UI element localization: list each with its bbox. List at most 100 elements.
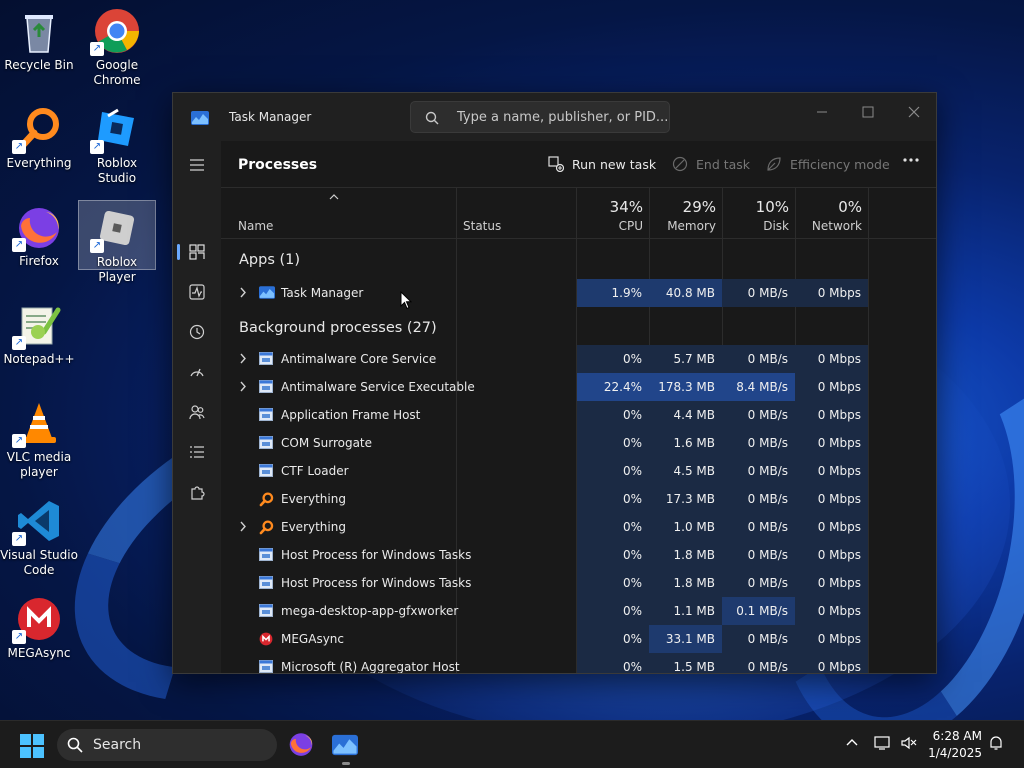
taskbar-search[interactable]: Search xyxy=(57,729,277,761)
windows-logo-icon xyxy=(20,734,44,758)
process-row[interactable]: CTF Loader 0% 4.5 MB 0 MB/s 0 Mbps xyxy=(221,457,869,485)
nav-app-history[interactable] xyxy=(181,316,213,348)
process-row[interactable]: Everything 0% 1.0 MB 0 MB/s 0 Mbps xyxy=(221,513,869,541)
maximize-button[interactable] xyxy=(845,98,891,126)
hamburger-menu-button[interactable] xyxy=(181,149,213,181)
search-icon xyxy=(67,737,83,753)
desktop-icon-vscode[interactable]: ↗ Visual Studio Code xyxy=(0,494,78,578)
column-header-memory[interactable]: 29% Memory xyxy=(649,188,722,240)
search-input[interactable]: Type a name, publisher, or PID... xyxy=(410,101,670,133)
expand-chevron-icon[interactable] xyxy=(239,353,247,367)
nav-performance[interactable] xyxy=(181,276,213,308)
active-nav-indicator xyxy=(177,244,180,260)
page-title: Processes xyxy=(238,157,318,173)
process-disk: 0 MB/s xyxy=(722,429,795,457)
process-row[interactable]: COM Surrogate 0% 1.6 MB 0 MB/s 0 Mbps xyxy=(221,429,869,457)
windows-process-icon xyxy=(259,604,273,618)
process-network: 0 Mbps xyxy=(795,401,868,429)
expand-chevron-icon[interactable] xyxy=(239,381,247,395)
shortcut-arrow-icon: ↗ xyxy=(12,532,26,546)
process-name: Host Process for Windows Tasks xyxy=(281,548,472,562)
volume-button[interactable] xyxy=(900,735,918,755)
process-name: COM Surrogate xyxy=(281,436,373,450)
sort-ascending-icon xyxy=(329,192,339,203)
desktop-icon-roblox-studio[interactable]: ↗ Roblox Studio xyxy=(78,102,156,186)
desktop-icon-recycle-bin[interactable]: Recycle Bin xyxy=(0,4,78,73)
end-task-button[interactable]: End task xyxy=(672,156,750,172)
process-memory: 1.6 MB xyxy=(649,429,722,457)
process-network: 0 Mbps xyxy=(795,373,868,401)
minimize-button[interactable] xyxy=(799,98,845,126)
process-name: Everything xyxy=(281,520,346,534)
process-name: Everything xyxy=(281,492,346,506)
process-disk: 0 MB/s xyxy=(722,625,795,653)
desktop-icon-roblox-player[interactable]: ↗ Roblox Player xyxy=(78,200,156,284)
title-bar[interactable]: Task Manager Type a name, publisher, or … xyxy=(173,93,936,141)
network-status-button[interactable] xyxy=(874,735,892,755)
desktop-icon-megasync[interactable]: ↗ MEGAsync xyxy=(0,592,78,661)
run-new-task-button[interactable]: Run new task xyxy=(548,156,656,172)
process-row[interactable]: Host Process for Windows Tasks 0% 1.8 MB 0 … xyxy=(221,569,869,597)
process-cpu: 0% xyxy=(577,345,649,373)
process-network: 0 Mbps xyxy=(795,485,868,513)
expand-chevron-icon[interactable] xyxy=(239,287,247,301)
process-disk: 0 MB/s xyxy=(722,457,795,485)
desktop-icon-firefox[interactable]: ↗ Firefox xyxy=(0,200,78,269)
process-memory: 1.8 MB xyxy=(649,569,722,597)
shortcut-arrow-icon: ↗ xyxy=(12,140,26,154)
desktop-icon-google-chrome[interactable]: ↗ Google Chrome xyxy=(78,4,156,88)
process-row[interactable]: Task Manager 1.9% 40.8 MB 0 MB/s 0 Mbps xyxy=(221,279,869,307)
process-cpu: 0% xyxy=(577,653,649,673)
desktop-icon-vlc[interactable]: ↗ VLC media player xyxy=(0,396,78,480)
nav-processes[interactable] xyxy=(181,236,213,268)
recycle-bin-icon xyxy=(16,8,62,54)
task-manager-window[interactable]: Task Manager Type a name, publisher, or … xyxy=(172,92,937,674)
process-name: Task Manager xyxy=(281,286,364,300)
process-name: Microsoft (R) Aggregator Host xyxy=(281,660,460,674)
process-row[interactable]: Host Process for Windows Tasks 0% 1.8 MB 0 … xyxy=(221,541,869,569)
start-button[interactable] xyxy=(20,734,44,762)
bell-icon xyxy=(990,736,1002,750)
process-row[interactable]: mega-desktop-app-gfxworker 0% 1.1 MB 0.1 MB… xyxy=(221,597,869,625)
processes-panel: Processes Run new task End task Efficien… xyxy=(221,141,936,674)
process-row[interactable]: Antimalware Core Service 0% 5.7 MB 0 MB/s 0 … xyxy=(221,345,869,373)
end-task-icon xyxy=(672,156,688,172)
taskbar-firefox[interactable] xyxy=(288,731,316,759)
windows-process-icon xyxy=(259,548,273,562)
notifications-button[interactable] xyxy=(988,735,1004,755)
process-cpu: 0% xyxy=(577,513,649,541)
process-row[interactable]: Microsoft (R) Aggregator Host 0% 1.5 MB 0 M… xyxy=(221,653,869,674)
column-header-disk[interactable]: 10% Disk xyxy=(722,188,795,240)
nav-services[interactable] xyxy=(181,476,213,508)
expand-chevron-icon[interactable] xyxy=(239,521,247,535)
chevron-up-icon xyxy=(846,739,858,746)
column-header-status[interactable]: Status xyxy=(463,219,501,233)
nav-users[interactable] xyxy=(181,396,213,428)
close-button[interactable] xyxy=(891,98,936,126)
desktop-icon-everything[interactable]: ↗ Everything xyxy=(0,102,78,171)
system-clock[interactable]: 6:28 AM 1/4/2025 xyxy=(928,728,982,762)
process-memory: 1.8 MB xyxy=(649,541,722,569)
show-hidden-icons-button[interactable] xyxy=(845,735,859,754)
shortcut-arrow-icon: ↗ xyxy=(90,140,104,154)
process-network: 0 Mbps xyxy=(795,457,868,485)
desktop-icon-notepad-plus-plus[interactable]: ↗ Notepad++ xyxy=(0,298,78,367)
column-header-network[interactable]: 0% Network xyxy=(795,188,868,240)
navigation-sidebar xyxy=(173,141,221,673)
efficiency-mode-button[interactable]: Efficiency mode xyxy=(766,157,890,172)
column-header-name[interactable]: Name xyxy=(238,219,273,233)
process-row[interactable]: MEGAsync 0% 33.1 MB 0 MB/s 0 Mbps xyxy=(221,625,869,653)
task-manager-app-icon xyxy=(332,734,358,756)
column-header-cpu[interactable]: 34% CPU xyxy=(577,188,649,240)
vlc-cone-icon: ↗ xyxy=(12,400,62,448)
process-row[interactable]: Antimalware Service Executable 22.4% 178.3… xyxy=(221,373,869,401)
process-disk: 0 MB/s xyxy=(722,345,795,373)
process-row[interactable]: Everything 0% 17.3 MB 0 MB/s 0 Mbps xyxy=(221,485,869,513)
taskbar-task-manager[interactable] xyxy=(332,731,360,765)
process-memory: 1.1 MB xyxy=(649,597,722,625)
roblox-studio-icon: ↗ xyxy=(90,106,140,154)
process-row[interactable]: Application Frame Host 0% 4.4 MB 0 MB/s 0 Mb… xyxy=(221,401,869,429)
nav-startup-apps[interactable] xyxy=(181,356,213,388)
nav-details[interactable] xyxy=(181,436,213,468)
process-network: 0 Mbps xyxy=(795,279,868,307)
